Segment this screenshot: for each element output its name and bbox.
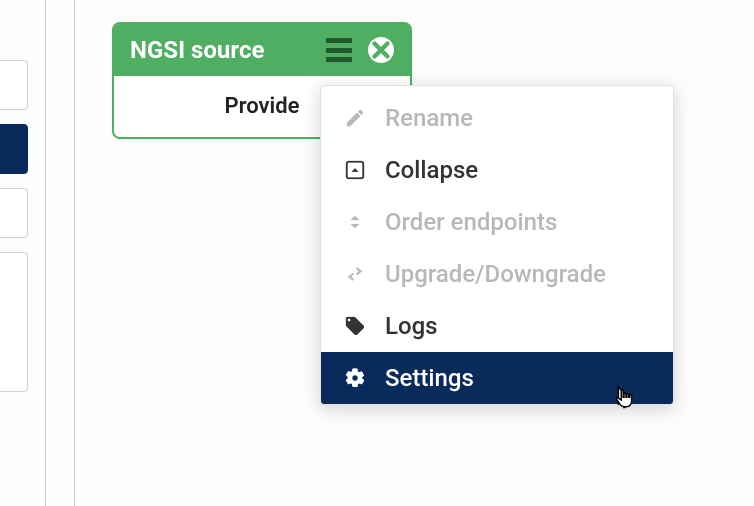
menu-item-label: Collapse	[385, 156, 478, 184]
hamburger-icon[interactable]	[326, 38, 352, 62]
sort-icon	[343, 210, 367, 234]
exchange-icon	[343, 262, 367, 286]
menu-item-label: Rename	[385, 104, 473, 132]
menu-item-label: Upgrade/Downgrade	[385, 260, 606, 288]
close-icon[interactable]	[368, 37, 394, 63]
stub-panel-active	[0, 124, 28, 174]
menu-item-label: Logs	[385, 312, 438, 340]
panel-divider	[74, 0, 75, 506]
menu-item-collapse[interactable]: Collapse	[321, 144, 673, 196]
tag-icon	[343, 314, 367, 338]
menu-item-logs[interactable]: Logs	[321, 300, 673, 352]
menu-item-rename: Rename	[321, 92, 673, 144]
stub-panel	[0, 60, 28, 110]
left-panel-stubs	[0, 60, 28, 406]
collapse-icon	[343, 158, 367, 182]
menu-item-order-endpoints: Order endpoints	[321, 196, 673, 248]
pencil-icon	[343, 106, 367, 130]
gear-icon	[343, 366, 367, 390]
stub-panel	[0, 252, 28, 392]
widget-title: NGSI source	[130, 36, 326, 64]
menu-item-settings[interactable]: Settings	[321, 352, 673, 404]
menu-item-upgrade-downgrade: Upgrade/Downgrade	[321, 248, 673, 300]
menu-item-label: Settings	[385, 364, 474, 392]
menu-item-label: Order endpoints	[385, 208, 557, 236]
panel-divider	[45, 0, 46, 506]
stub-panel	[0, 188, 28, 238]
context-menu: Rename Collapse Order endpoints Upgrade/…	[320, 85, 674, 405]
widget-header[interactable]: NGSI source	[114, 24, 410, 76]
